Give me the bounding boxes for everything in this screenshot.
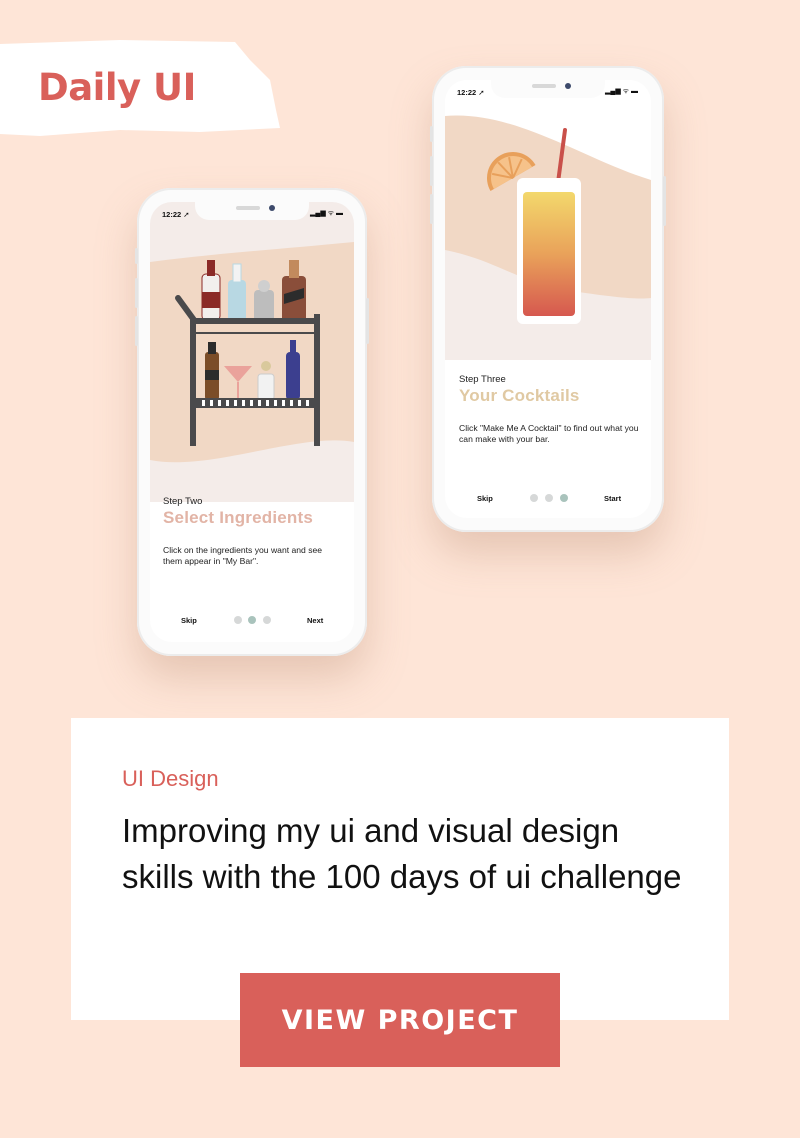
status-icons: ▂▄▆ ᯤ ▬	[310, 210, 344, 217]
view-project-button[interactable]: VIEW PROJECT	[240, 973, 560, 1067]
bar-cart-illustration	[150, 202, 354, 502]
step-label: Step Three	[459, 374, 506, 385]
next-button[interactable]: Next	[307, 616, 323, 625]
skip-button[interactable]: Skip	[477, 494, 493, 503]
side-button	[135, 248, 138, 264]
status-icons: ▂▄▆ ᯤ ▬	[605, 88, 639, 95]
speaker	[532, 84, 556, 88]
phone-screen: 12:22 ➚ ▂▄▆ ᯤ ▬ Step Three Your Cocktail…	[445, 80, 651, 518]
phone-step-two: 12:22 ➚ ▂▄▆ ᯤ ▬ Step Two Select Ingredie…	[135, 188, 369, 656]
page-dot[interactable]	[545, 494, 553, 502]
step-description: Click "Make Me A Cocktail" to find out w…	[459, 423, 639, 444]
side-button	[135, 316, 138, 346]
side-button	[430, 126, 433, 142]
status-time: 12:22 ➚	[457, 88, 485, 97]
page-dot[interactable]	[263, 616, 271, 624]
step-description: Click on the ingredients you want and se…	[163, 545, 323, 566]
speaker	[236, 206, 260, 210]
skip-button[interactable]: Skip	[181, 616, 197, 625]
cocktail-illustration	[445, 80, 651, 370]
phone-notch	[491, 80, 605, 98]
status-time: 12:22 ➚	[162, 210, 190, 219]
side-button	[663, 176, 666, 226]
side-button	[430, 156, 433, 186]
step-label: Step Two	[163, 496, 203, 507]
step-title: Your Cocktails	[459, 386, 580, 405]
page-dot[interactable]	[530, 494, 538, 502]
phone-screen: 12:22 ➚ ▂▄▆ ᯤ ▬ Step Two Select Ingredie…	[150, 202, 354, 642]
side-button	[366, 298, 369, 344]
phone-step-three: 12:22 ➚ ▂▄▆ ᯤ ▬ Step Three Your Cocktail…	[430, 66, 666, 532]
daily-ui-banner: Daily UI	[0, 40, 290, 136]
brand-logo-text: Daily UI	[38, 66, 196, 109]
project-title: Improving my ui and visual design skills…	[122, 812, 682, 895]
front-camera	[269, 205, 275, 211]
side-button	[430, 194, 433, 224]
front-camera	[565, 83, 571, 89]
project-category: UI Design	[122, 766, 219, 791]
page-dot[interactable]	[234, 616, 242, 624]
phone-notch	[195, 202, 309, 220]
step-title: Select Ingredients	[163, 508, 314, 527]
page-dot-active[interactable]	[248, 616, 256, 624]
side-button	[135, 278, 138, 308]
start-button[interactable]: Start	[604, 494, 621, 503]
page-dot-active[interactable]	[560, 494, 568, 502]
